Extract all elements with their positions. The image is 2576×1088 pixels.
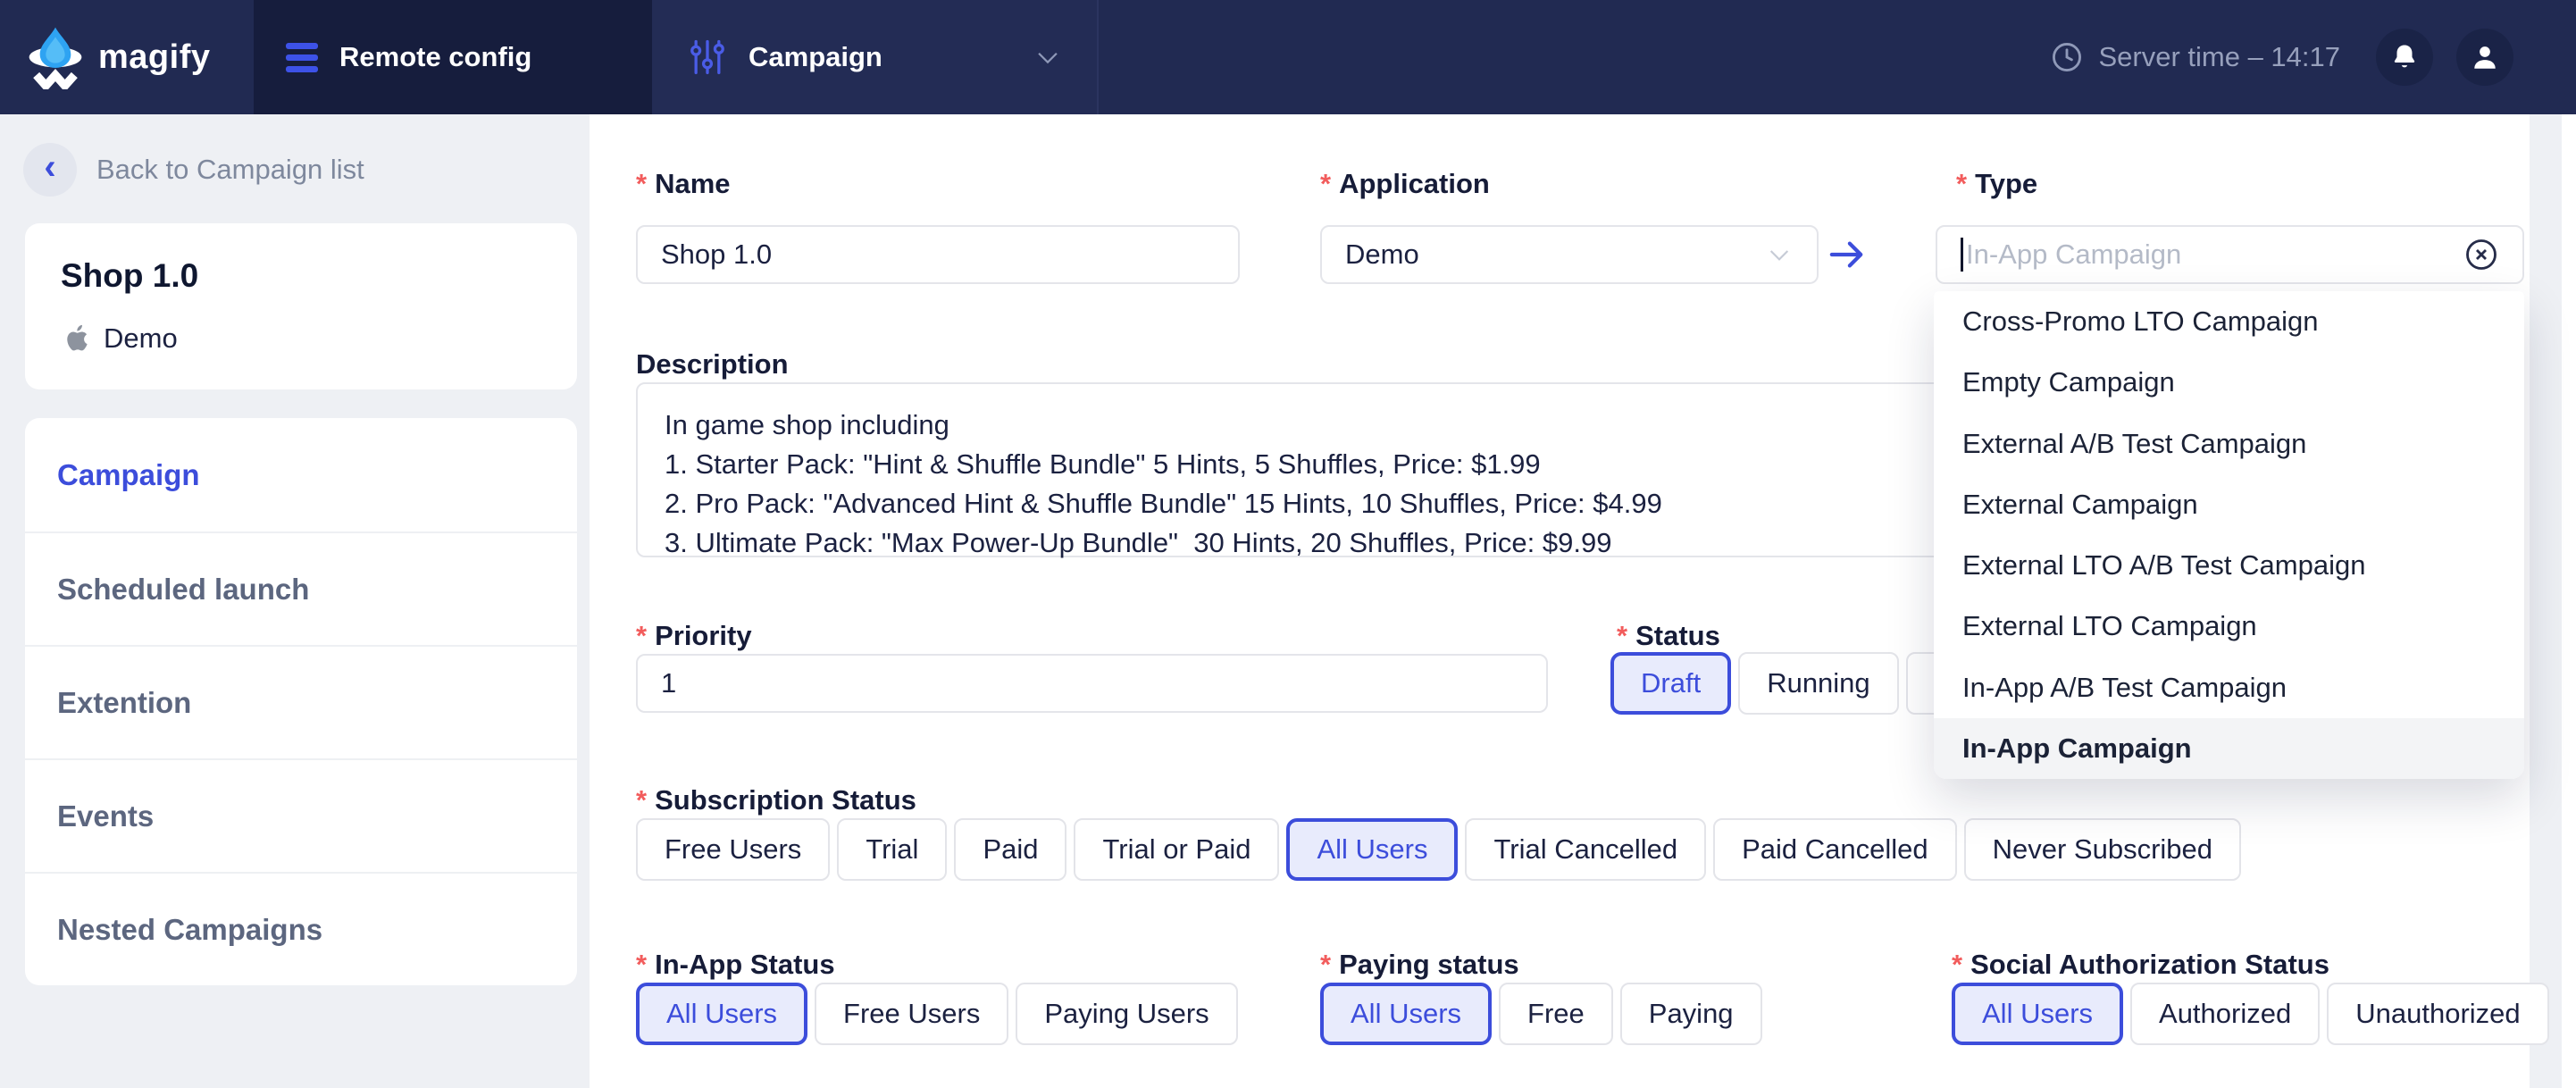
description-label: Description [636, 348, 789, 381]
campaign-label: Campaign [749, 41, 882, 73]
in-app-status-option-button[interactable]: All Users [636, 983, 807, 1045]
type-dropdown-option[interactable]: Cross-Promo LTO Campaign [1934, 291, 2524, 352]
subscription-status-button-group: Free UsersTrialPaidTrial or PaidAll User… [636, 818, 2241, 881]
paying-status-option-button[interactable]: Paying [1620, 983, 1762, 1045]
application-select[interactable]: Demo [1320, 225, 1819, 284]
page-scrollbar[interactable] [2562, 114, 2576, 1088]
subscription-status-option-button[interactable]: Paid Cancelled [1713, 818, 1957, 881]
name-label: *Name [636, 168, 731, 200]
status-label: *Status [1617, 620, 1720, 652]
server-time: Server time – 14:17 [2050, 40, 2340, 74]
social-authorization-option-button[interactable]: Unauthorized [2327, 983, 2548, 1045]
sidebar-nav-item[interactable]: Scheduled launch [25, 531, 577, 645]
campaign-app-name: Demo [104, 322, 178, 355]
type-dropdown-option[interactable]: Empty Campaign [1934, 352, 2524, 413]
bell-icon [2389, 42, 2420, 72]
nav-remote-config[interactable]: Remote config [254, 0, 652, 114]
priority-label: *Priority [636, 620, 752, 652]
subscription-status-option-button[interactable]: Trial Cancelled [1465, 818, 1706, 881]
social-authorization-option-button[interactable]: Authorized [2130, 983, 2320, 1045]
social-authorization-status-label: *Social Authorization Status [1952, 949, 2329, 981]
in-app-status-label: *In-App Status [636, 949, 835, 981]
type-dropdown-option[interactable]: External A/B Test Campaign [1934, 414, 2524, 474]
type-label: *Type [1956, 168, 2037, 200]
apple-icon [61, 322, 91, 356]
user-avatar-button[interactable] [2456, 29, 2513, 86]
sidebar-nav-item[interactable]: Campaign [25, 418, 577, 531]
open-application-arrow-button[interactable] [1827, 236, 1868, 273]
notifications-button[interactable] [2376, 29, 2433, 86]
nav-campaign-dropdown[interactable]: Campaign [652, 0, 1099, 114]
priority-input[interactable]: 1 [636, 654, 1548, 713]
type-dropdown-option[interactable]: In-App A/B Test Campaign [1934, 657, 2524, 718]
type-dropdown-menu: Cross-Promo LTO CampaignEmpty CampaignEx… [1934, 291, 2524, 779]
paying-status-option-button[interactable]: All Users [1320, 983, 1492, 1045]
menu-icon [286, 43, 318, 72]
text-caret [1961, 238, 1963, 272]
remote-config-label: Remote config [339, 41, 531, 73]
sidebar: ‹ Back to Campaign list Shop 1.0 Demo Ca… [0, 114, 590, 1088]
arrow-right-icon [1827, 236, 1868, 273]
brand-name: magify [98, 38, 210, 77]
brand-logo[interactable]: magify [0, 0, 254, 114]
chevron-down-icon [1033, 42, 1063, 72]
subscription-status-option-button[interactable]: Free Users [636, 818, 830, 881]
subscription-status-label: *Subscription Status [636, 784, 916, 816]
sidebar-nav: CampaignScheduled launchExtentionEventsN… [25, 418, 577, 985]
subscription-status-option-button[interactable]: Never Subscribed [1964, 818, 2241, 881]
user-icon [2469, 41, 2501, 73]
paying-status-label: *Paying status [1320, 949, 1519, 981]
paying-status-button-group: All UsersFreePaying [1320, 983, 1762, 1045]
magify-drop-icon [27, 25, 84, 89]
type-dropdown-option[interactable]: In-App Campaign [1934, 718, 2524, 779]
type-dropdown-option[interactable]: External Campaign [1934, 474, 2524, 535]
campaign-summary-card: Shop 1.0 Demo [25, 223, 577, 389]
back-label[interactable]: Back to Campaign list [96, 154, 364, 186]
in-app-status-option-button[interactable]: Free Users [815, 983, 1008, 1045]
sidebar-nav-item[interactable]: Events [25, 758, 577, 872]
subscription-status-option-button[interactable]: Paid [954, 818, 1066, 881]
sidebar-nav-item[interactable]: Nested Campaigns [25, 872, 577, 985]
social-authorization-status-button-group: All UsersAuthorizedUnauthorized [1952, 983, 2549, 1045]
clear-icon[interactable] [2463, 237, 2499, 272]
subscription-status-option-button[interactable]: Trial or Paid [1074, 818, 1279, 881]
in-app-status-option-button[interactable]: Paying Users [1016, 983, 1237, 1045]
back-chevron-icon[interactable]: ‹ [23, 143, 77, 197]
subscription-status-option-button[interactable]: All Users [1286, 818, 1458, 881]
clock-icon [2050, 40, 2084, 74]
type-dropdown-option[interactable]: External LTO A/B Test Campaign [1934, 535, 2524, 596]
status-option-button[interactable]: Draft [1610, 652, 1731, 715]
sidebar-nav-item[interactable]: Extention [25, 645, 577, 758]
status-option-button[interactable]: Running [1738, 652, 1898, 715]
in-app-status-button-group: All UsersFree UsersPaying Users [636, 983, 1238, 1045]
paying-status-option-button[interactable]: Free [1499, 983, 1613, 1045]
type-combobox-input[interactable]: In-App Campaign [1936, 225, 2524, 284]
social-authorization-option-button[interactable]: All Users [1952, 983, 2123, 1045]
server-time-label: Server time – 14:17 [2098, 41, 2340, 73]
type-dropdown-option[interactable]: External LTO Campaign [1934, 596, 2524, 657]
subscription-status-option-button[interactable]: Trial [837, 818, 947, 881]
chevron-down-icon [1765, 240, 1794, 269]
name-input[interactable]: Shop 1.0 [636, 225, 1240, 284]
app-root: magify Remote config Campaign [0, 0, 2576, 1088]
back-to-campaign-list[interactable]: ‹ Back to Campaign list [23, 143, 590, 197]
header-right: Server time – 14:17 [2050, 0, 2576, 114]
top-bar: magify Remote config Campaign [0, 0, 2576, 114]
campaign-title: Shop 1.0 [61, 257, 541, 295]
sliders-icon [688, 38, 727, 77]
application-label: *Application [1320, 168, 1490, 200]
